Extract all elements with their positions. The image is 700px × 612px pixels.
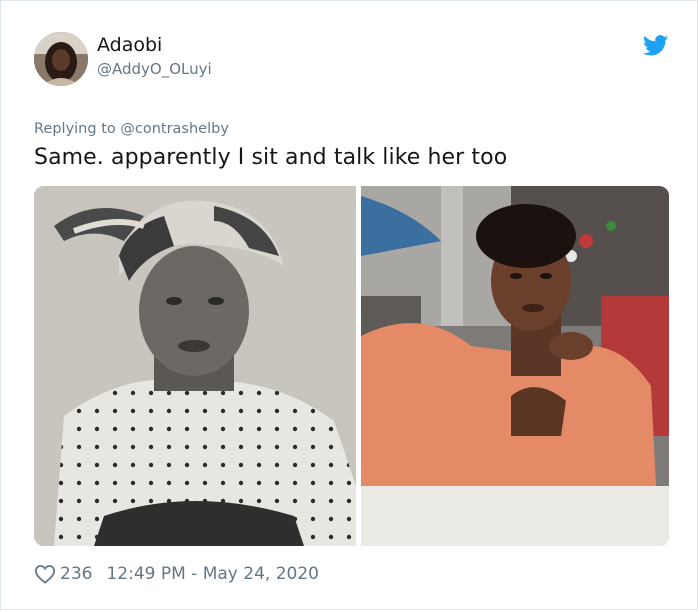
- tweet-footer: 236 12:49 PM - May 24, 2020: [34, 562, 319, 586]
- tweet-text: Same. apparently I sit and talk like her…: [34, 145, 508, 170]
- like-count[interactable]: 236: [60, 564, 92, 584]
- avatar-image: [34, 32, 88, 86]
- timestamp[interactable]: 12:49 PM - May 24, 2020: [106, 564, 319, 584]
- twitter-bird-icon[interactable]: [643, 35, 668, 56]
- user-handle[interactable]: @AddyO_OLuyi: [97, 60, 212, 78]
- avatar[interactable]: [34, 32, 88, 86]
- vintage-portrait-photo[interactable]: [34, 186, 356, 546]
- reply-context[interactable]: Replying to @contrashelby: [34, 121, 229, 137]
- tweet-card: Adaobi @AddyO_OLuyi Replying to @contras…: [0, 0, 698, 610]
- heart-icon[interactable]: [34, 564, 56, 584]
- display-name[interactable]: Adaobi: [97, 34, 162, 56]
- modern-portrait-photo[interactable]: [361, 186, 669, 546]
